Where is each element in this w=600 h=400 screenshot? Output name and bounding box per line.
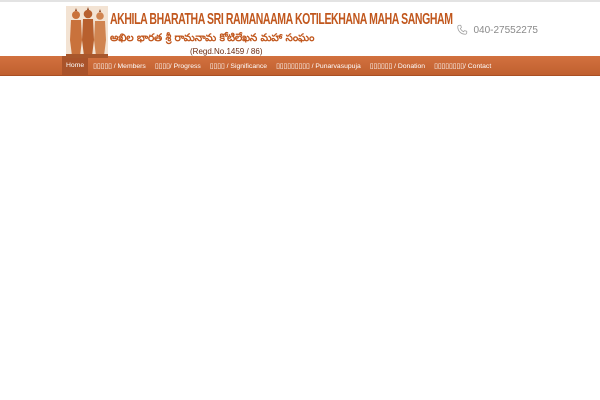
phone-icon bbox=[457, 24, 468, 35]
main-content-area bbox=[0, 76, 600, 400]
logo-title: AKHILA BHARATHA SRI RAMANAAMA KOTILEKHAN… bbox=[110, 11, 453, 29]
phone-number: 040-27552275 bbox=[473, 24, 538, 36]
main-nav-menu: Home ▯▯▯▯▯ / Members ▯▯▯▯/ Progress ▯▯▯▯… bbox=[62, 56, 600, 75]
nav-item-punarvasupuja[interactable]: ▯▯▯▯▯▯▯▯▯ / Punarvasupuja bbox=[272, 56, 365, 75]
site-logo[interactable]: AKHILA BHARATHA SRI RAMANAAMA KOTILEKHAN… bbox=[66, 6, 453, 58]
nav-item-significance[interactable]: ▯▯▯▯ / Significance bbox=[206, 56, 271, 75]
nav-item-contact[interactable]: ▯▯▯▯▯▯▯▯/ Contact bbox=[430, 56, 495, 75]
nav-item-members[interactable]: ▯▯▯▯▯ / Members bbox=[89, 56, 150, 75]
nav-item-progress[interactable]: ▯▯▯▯/ Progress bbox=[151, 56, 205, 75]
nav-item-home[interactable]: Home bbox=[62, 56, 89, 75]
main-nav: Home ▯▯▯▯▯ / Members ▯▯▯▯/ Progress ▯▯▯▯… bbox=[0, 56, 600, 76]
logo-subtitle-telugu: అఖిల భారత శ్రీ రామనామ కోటిలేఖన మహా సంఘం bbox=[110, 32, 315, 44]
deity-figures-icon bbox=[66, 6, 108, 58]
site-header: AKHILA BHARATHA SRI RAMANAAMA KOTILEKHAN… bbox=[0, 2, 600, 58]
nav-item-donation[interactable]: ▯▯▯▯▯▯ / Donation bbox=[366, 56, 429, 75]
phone-contact[interactable]: 040-27552275 bbox=[456, 24, 538, 36]
logo-registration: (Regd.No.1459 / 86) bbox=[190, 47, 263, 56]
